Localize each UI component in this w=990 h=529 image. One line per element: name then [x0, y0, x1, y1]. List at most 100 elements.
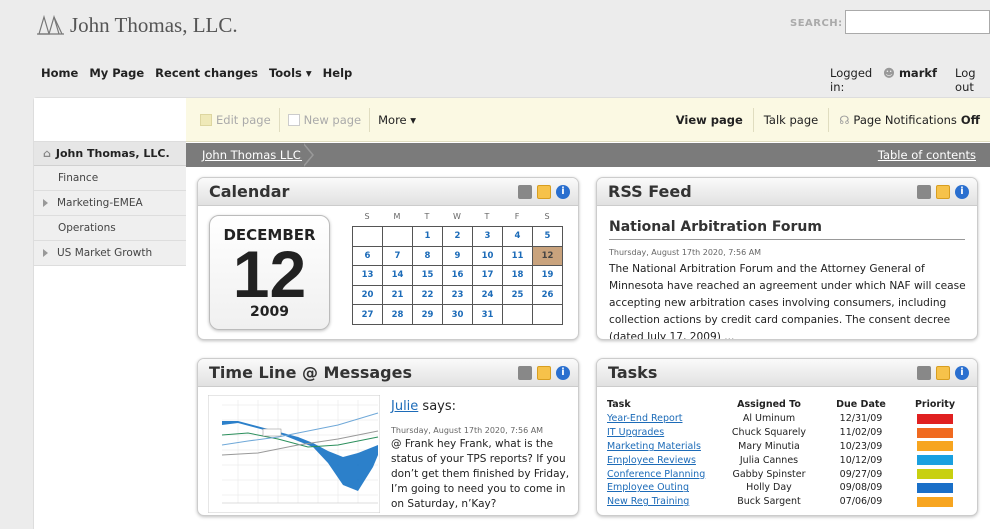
scales-logo-icon — [37, 14, 64, 35]
sidebar-item-marketing-emea[interactable]: Marketing-EMEA — [34, 191, 186, 216]
priority-bar — [917, 496, 953, 507]
calendar-day-cell[interactable]: 24 — [472, 284, 503, 306]
print-icon[interactable] — [917, 365, 931, 380]
nav-tools-menu[interactable]: Tools ▾ — [269, 66, 312, 80]
sidebar-item-finance[interactable]: Finance — [34, 166, 186, 191]
sidebar: ⌂ John Thomas, LLC. Finance Marketing-EM… — [34, 98, 186, 529]
talk-page-button[interactable]: Talk page — [754, 107, 830, 132]
expand-arrow-icon[interactable] — [43, 199, 48, 207]
search-label: SEARCH: — [790, 18, 843, 29]
task-link[interactable]: New Reg Training — [607, 496, 689, 507]
task-link[interactable]: Conference Planning — [607, 469, 705, 480]
notifications-state: Off — [960, 112, 980, 127]
new-page-button[interactable]: New page — [280, 107, 371, 132]
calendar-day-cell[interactable]: 26 — [532, 284, 563, 306]
nav-my-page[interactable]: My Page — [89, 66, 144, 80]
calendar-day-cell[interactable]: 17 — [472, 265, 503, 286]
nav-recent-changes[interactable]: Recent changes — [155, 66, 258, 80]
calendar-day-cell[interactable]: 11 — [502, 245, 533, 267]
calendar-day-cell[interactable]: 16 — [442, 265, 473, 286]
rss-feed-widget: RSS Feed i National Arbitration Forum Th… — [596, 177, 978, 340]
notification-icon: ☊ — [839, 112, 850, 127]
nav-help[interactable]: Help — [323, 66, 353, 80]
edit-icon[interactable] — [936, 184, 950, 199]
info-icon[interactable]: i — [955, 184, 969, 199]
calendar-day-cell[interactable]: 6 — [352, 245, 383, 267]
calendar-day-cell[interactable]: 23 — [442, 284, 473, 306]
print-icon[interactable] — [518, 184, 532, 199]
calendar-day-cell[interactable]: 21 — [382, 284, 413, 306]
calendar-day-cell — [382, 226, 413, 247]
calendar-day-cell[interactable]: 9 — [442, 245, 473, 267]
task-link[interactable]: Employee Outing — [607, 482, 689, 493]
print-icon[interactable] — [518, 365, 532, 380]
calendar-day-cell[interactable]: 29 — [412, 304, 443, 325]
edit-icon[interactable] — [537, 184, 551, 199]
expand-arrow-icon[interactable] — [43, 249, 48, 257]
task-cell: Employee Reviews — [607, 453, 717, 467]
calendar-day-cell[interactable]: 4 — [502, 226, 533, 247]
calendar-day-cell[interactable]: 7 — [382, 245, 413, 267]
calendar-day-cell[interactable]: 22 — [412, 284, 443, 306]
sidebar-item-operations[interactable]: Operations — [34, 216, 186, 241]
task-link[interactable]: Year-End Report — [607, 413, 683, 424]
task-link[interactable]: Employee Reviews — [607, 455, 696, 466]
breadcrumb: John Thomas LLC. Table of contents — [186, 143, 990, 167]
sidebar-item-us-market-growth[interactable]: US Market Growth — [34, 241, 186, 266]
weekday-label: T — [424, 212, 430, 221]
info-icon[interactable]: i — [556, 365, 570, 380]
edit-icon[interactable] — [936, 365, 950, 380]
calendar-day-cell[interactable]: 20 — [352, 284, 383, 306]
username-link[interactable]: markf — [899, 66, 937, 94]
calendar-day-cell[interactable]: 12 — [532, 245, 563, 267]
calendar-day-cell[interactable]: 14 — [382, 265, 413, 286]
weekday-label: M — [393, 212, 401, 221]
calendar-day-cell[interactable]: 8 — [412, 245, 443, 267]
edit-icon[interactable] — [537, 365, 551, 380]
calendar-day-cell[interactable]: 5 — [532, 226, 563, 247]
task-link[interactable]: IT Upgrades — [607, 427, 664, 438]
home-icon: ⌂ — [43, 147, 51, 160]
sidebar-item-label: Finance — [58, 172, 99, 184]
view-page-button[interactable]: View page — [666, 107, 754, 132]
calendar-day-cell[interactable]: 31 — [472, 304, 503, 325]
nav-home[interactable]: Home — [41, 66, 78, 80]
sidebar-item-active[interactable]: ⌂ John Thomas, LLC. — [34, 142, 186, 166]
calendar-day-cell[interactable]: 18 — [502, 265, 533, 286]
more-menu-button[interactable]: More ▾ — [370, 108, 424, 132]
says-label: says: — [418, 399, 457, 414]
logout-link[interactable]: Log out — [955, 66, 990, 94]
calendar-day-cell[interactable]: 13 — [352, 265, 383, 286]
calendar-day-cell[interactable]: 3 — [472, 226, 503, 247]
search-input[interactable] — [845, 10, 990, 34]
calendar-day-cell[interactable]: 10 — [472, 245, 503, 267]
message-author-link[interactable]: Julie — [391, 399, 418, 414]
rss-headline[interactable]: National Arbitration Forum — [609, 219, 965, 240]
calendar-day-cell[interactable]: 30 — [442, 304, 473, 325]
calendar-day-cell — [352, 226, 383, 247]
due-date-cell: 09/08/09 — [839, 482, 883, 494]
task-link[interactable]: Marketing Materials — [607, 441, 701, 452]
calendar-day-cell[interactable]: 28 — [382, 304, 413, 325]
info-icon[interactable]: i — [955, 365, 969, 380]
breadcrumb-link[interactable]: John Thomas LLC. — [202, 148, 304, 162]
table-of-contents-link[interactable]: Table of contents — [878, 148, 976, 162]
assigned-to-cell: Julia Cannes — [739, 454, 799, 466]
logo[interactable]: John Thomas, LLC. — [36, 12, 238, 38]
calendar-day-cell[interactable]: 1 — [412, 226, 443, 247]
calendar-day-cell[interactable]: 27 — [352, 304, 383, 325]
page-notifications-button[interactable]: ☊ Page Notifications Off — [829, 108, 990, 132]
priority-cell — [901, 426, 969, 440]
info-icon[interactable]: i — [556, 184, 570, 199]
priority-bar — [917, 427, 953, 438]
calendar-day-cell[interactable]: 19 — [532, 265, 563, 286]
calendar-day-cell[interactable]: 15 — [412, 265, 443, 286]
weekday-label: S — [544, 212, 550, 221]
edit-page-button[interactable]: Edit page — [192, 107, 280, 132]
rss-body: The National Arbitration Forum and the A… — [609, 263, 966, 340]
print-icon[interactable] — [917, 184, 931, 199]
priority-cell — [901, 412, 969, 426]
page-toolbar: Edit page New page More ▾ View page Talk… — [186, 98, 990, 142]
calendar-day-cell[interactable]: 2 — [442, 226, 473, 247]
calendar-day-cell[interactable]: 25 — [502, 284, 533, 306]
